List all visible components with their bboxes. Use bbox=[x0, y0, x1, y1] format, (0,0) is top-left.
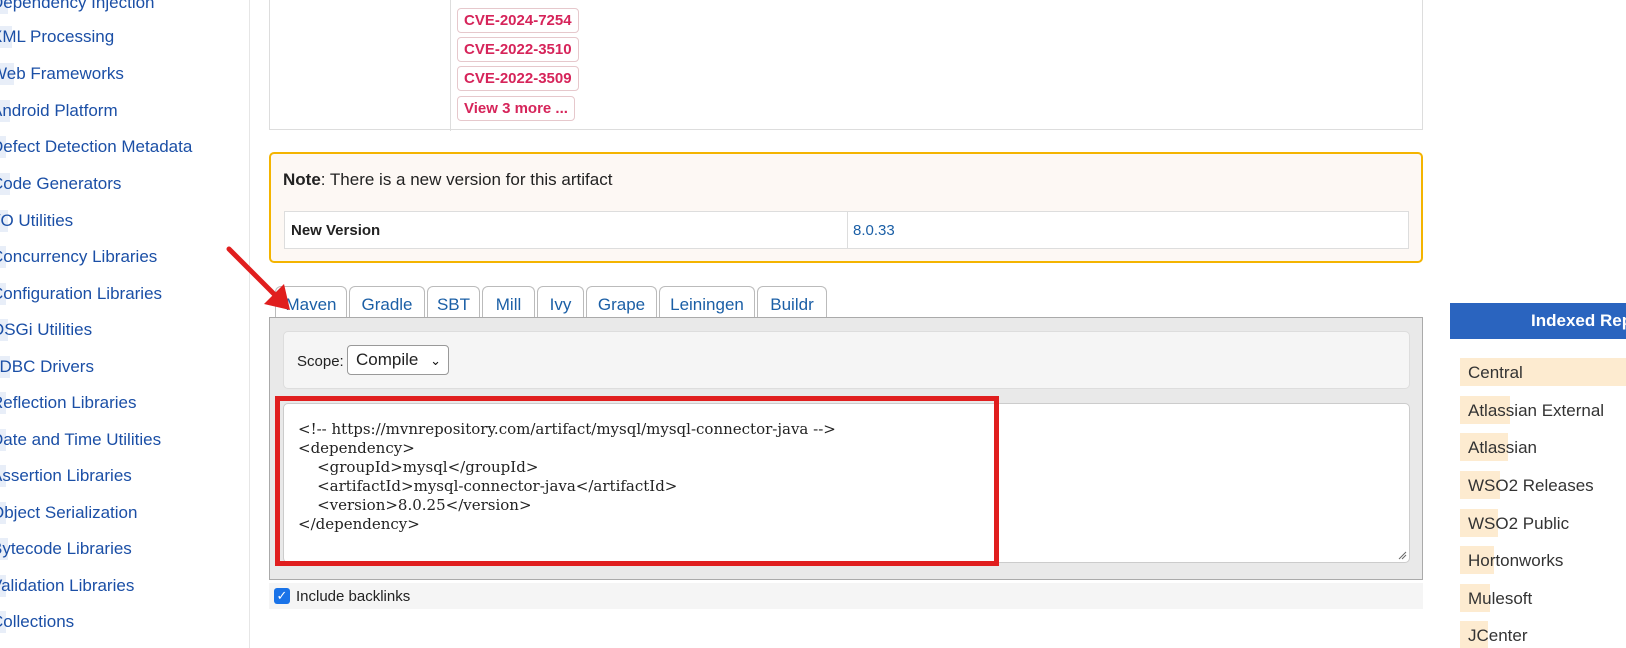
tab-grape[interactable]: Grape bbox=[586, 286, 657, 318]
repository-item[interactable]: WSO2 Releases bbox=[1460, 471, 1626, 499]
table-divider bbox=[847, 212, 848, 248]
repository-name[interactable]: Central bbox=[1468, 363, 1523, 383]
new-version-label: New Version bbox=[291, 222, 381, 239]
sidebar-item[interactable]: Assertion Libraries bbox=[0, 463, 240, 489]
view-more-link[interactable]: View 3 more ... bbox=[457, 96, 575, 121]
sidebar-item-label[interactable]: Android Platform bbox=[0, 101, 118, 121]
note-text: Note: There is a new version for this ar… bbox=[283, 170, 612, 190]
repository-item[interactable]: JCenter bbox=[1460, 621, 1626, 648]
sidebar-item[interactable]: Android Platform bbox=[0, 98, 240, 124]
repository-name[interactable]: Mulesoft bbox=[1468, 589, 1532, 609]
new-version-note: Note: There is a new version for this ar… bbox=[269, 152, 1423, 263]
sidebar-item-label[interactable]: I/O Utilities bbox=[0, 211, 73, 231]
cve-badge[interactable]: CVE-2022-3509 bbox=[457, 66, 579, 91]
vulnerabilities-table: CVE-2024-7254 CVE-2022-3510 CVE-2022-350… bbox=[269, 0, 1423, 131]
repository-name[interactable]: JCenter bbox=[1468, 626, 1528, 646]
chevron-down-icon: ⌄ bbox=[430, 353, 441, 368]
backlinks-row: ✓ Include backlinks bbox=[269, 583, 1423, 609]
sidebar-item-label[interactable]: Defect Detection Metadata bbox=[0, 137, 192, 157]
sidebar-item-label[interactable]: Bytecode Libraries bbox=[0, 539, 132, 559]
repository-name[interactable]: Atlassian bbox=[1468, 438, 1537, 458]
tab-mill[interactable]: Mill bbox=[482, 286, 535, 318]
tab-sbt[interactable]: SBT bbox=[427, 286, 480, 318]
tab-ivy[interactable]: Ivy bbox=[537, 286, 584, 318]
backlinks-label[interactable]: Include backlinks bbox=[296, 588, 410, 605]
repository-item[interactable]: Central bbox=[1460, 358, 1626, 386]
sidebar-item-label[interactable]: JDBC Drivers bbox=[0, 357, 94, 377]
repository-name[interactable]: WSO2 Releases bbox=[1468, 476, 1594, 496]
repository-item[interactable]: Atlassian bbox=[1460, 433, 1626, 461]
dependency-snippet[interactable]: <!-- https://mvnrepository.com/artifact/… bbox=[298, 420, 836, 534]
checkbox-checked-icon[interactable]: ✓ bbox=[274, 588, 290, 604]
dependency-snippet-textarea[interactable]: <!-- https://mvnrepository.com/artifact/… bbox=[283, 403, 1410, 563]
sidebar-item[interactable]: Reflection Libraries bbox=[0, 390, 240, 416]
tab-leiningen[interactable]: Leiningen bbox=[659, 286, 755, 318]
tab-gradle[interactable]: Gradle bbox=[349, 286, 425, 318]
table-divider bbox=[450, 0, 451, 131]
sidebar-item-label[interactable]: OSGi Utilities bbox=[0, 320, 92, 340]
sidebar-item[interactable]: Dependency Injection bbox=[0, 0, 240, 16]
sidebar-item-label[interactable]: Assertion Libraries bbox=[0, 466, 132, 486]
note-label: Note bbox=[283, 170, 321, 189]
sidebar-item[interactable]: Validation Libraries bbox=[0, 573, 240, 599]
sidebar-item-label[interactable]: Reflection Libraries bbox=[0, 393, 137, 413]
sidebar-item[interactable]: XML Processing bbox=[0, 24, 240, 50]
repository-item[interactable]: Atlassian External bbox=[1460, 396, 1626, 424]
sidebar-item[interactable]: Bytecode Libraries bbox=[0, 536, 240, 562]
sidebar-item-label[interactable]: Concurrency Libraries bbox=[0, 247, 157, 267]
sidebar-item-label[interactable]: Configuration Libraries bbox=[0, 284, 162, 304]
sidebar-item[interactable]: Object Serialization bbox=[0, 500, 240, 526]
sidebar-item[interactable]: Code Generators bbox=[0, 171, 240, 197]
resize-handle-icon[interactable] bbox=[1397, 550, 1407, 560]
sidebar-item[interactable]: Date and Time Utilities bbox=[0, 427, 240, 453]
sidebar-item[interactable]: Concurrency Libraries bbox=[0, 244, 240, 270]
sidebar-item[interactable]: Defect Detection Metadata bbox=[0, 134, 240, 160]
sidebar-item[interactable]: OSGi Utilities bbox=[0, 317, 240, 343]
new-version-link[interactable]: 8.0.33 bbox=[853, 222, 895, 239]
sidebar-item-label[interactable]: Object Serialization bbox=[0, 503, 137, 523]
sidebar-item[interactable]: JDBC Drivers bbox=[0, 354, 240, 380]
repository-item[interactable]: Hortonworks bbox=[1460, 546, 1626, 574]
scope-selected-value: Compile bbox=[356, 350, 419, 369]
sidebar-item-label[interactable]: Date and Time Utilities bbox=[0, 430, 161, 450]
sidebar-item-label[interactable]: Dependency Injection bbox=[0, 0, 155, 13]
sidebar-item-label[interactable]: Code Generators bbox=[0, 174, 121, 194]
sidebar-item[interactable]: Configuration Libraries bbox=[0, 281, 240, 307]
sidebar-item-label[interactable]: Web Frameworks bbox=[0, 64, 124, 84]
sidebar-item-label[interactable]: Collections bbox=[0, 612, 74, 632]
repository-item[interactable]: WSO2 Public bbox=[1460, 509, 1626, 537]
category-sidebar: Dependency Injection XML Processing Web … bbox=[0, 0, 250, 648]
sidebar-item-label[interactable]: Validation Libraries bbox=[0, 576, 134, 596]
repository-name[interactable]: Hortonworks bbox=[1468, 551, 1563, 571]
cve-badge[interactable]: CVE-2024-7254 bbox=[457, 8, 579, 33]
cve-badge[interactable]: CVE-2022-3510 bbox=[457, 37, 579, 62]
note-message: : There is a new version for this artifa… bbox=[320, 170, 613, 189]
sidebar-item[interactable]: Web Frameworks bbox=[0, 61, 240, 87]
sidebar-item[interactable]: I/O Utilities bbox=[0, 208, 240, 234]
scope-label: Scope: bbox=[297, 353, 344, 370]
repository-name[interactable]: WSO2 Public bbox=[1468, 514, 1569, 534]
dependency-panel: Scope: Compile ⌄ <!-- https://mvnreposit… bbox=[269, 317, 1423, 580]
repository-item[interactable]: Mulesoft bbox=[1460, 584, 1626, 612]
sidebar-item[interactable]: Collections bbox=[0, 609, 240, 635]
repository-name[interactable]: Atlassian External bbox=[1468, 401, 1604, 421]
tab-maven[interactable]: Maven bbox=[275, 286, 347, 318]
indexed-repositories-header: Indexed Repositories bbox=[1450, 303, 1626, 339]
sidebar-item-label[interactable]: XML Processing bbox=[0, 27, 114, 47]
new-version-table: New Version 8.0.33 bbox=[284, 211, 1409, 249]
scope-select[interactable]: Compile ⌄ bbox=[347, 345, 449, 375]
tab-buildr[interactable]: Buildr bbox=[757, 286, 827, 318]
scope-selector-box: Scope: Compile ⌄ bbox=[283, 331, 1410, 389]
